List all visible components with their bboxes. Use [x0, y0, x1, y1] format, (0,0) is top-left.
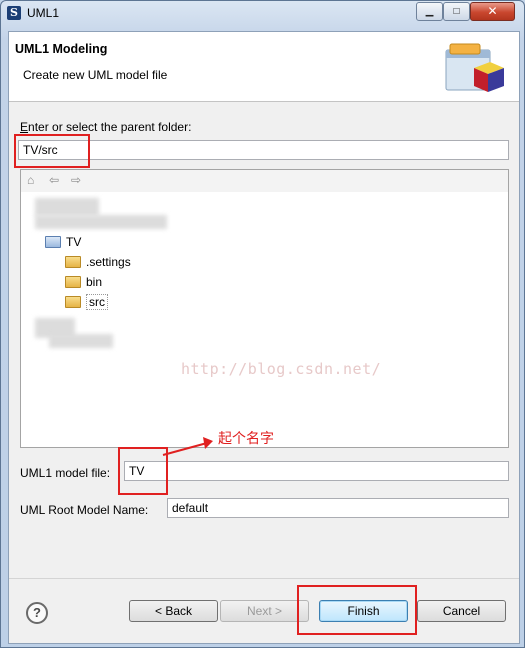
page-description: Create new UML model file: [23, 68, 168, 82]
annotation-note: 起个名字: [218, 430, 274, 446]
annotation-arrow-icon: [162, 437, 213, 456]
help-icon[interactable]: ?: [26, 602, 48, 624]
tree-node-folder[interactable]: bin: [65, 274, 102, 290]
root-model-label: UML Root Model Name:: [20, 503, 149, 517]
model-file-input[interactable]: TV: [124, 461, 509, 481]
uml-banner-icon: [445, 43, 504, 92]
window-title: UML1: [27, 6, 60, 20]
dialog-body: UML1 Modeling Create new UML model file …: [8, 31, 520, 644]
back-button[interactable]: < Back: [129, 600, 218, 622]
back-icon[interactable]: ⇦: [49, 173, 59, 187]
tree-node-project[interactable]: TV: [45, 234, 81, 250]
root-model-input[interactable]: default: [167, 498, 509, 518]
minimize-button[interactable]: ▁: [416, 2, 443, 21]
parent-folder-input[interactable]: TV/src: [18, 140, 509, 160]
page-title: UML1 Modeling: [15, 42, 108, 56]
finish-button[interactable]: Finish: [319, 600, 408, 622]
folder-icon: [65, 275, 81, 288]
tree-node-folder-selected[interactable]: src: [65, 294, 108, 310]
folder-tree[interactable]: ⌂ ⇦ ⇨ TV .settings bin src http://blog.c…: [20, 169, 509, 448]
folder-icon: [65, 295, 81, 308]
maximize-button[interactable]: □: [443, 2, 470, 21]
folder-icon: [65, 255, 81, 268]
divider: [9, 578, 519, 579]
blurred-node: [49, 334, 113, 348]
blurred-node: [35, 198, 99, 216]
title-bar[interactable]: S UML1 ▁ □ ✕: [1, 1, 524, 26]
parent-folder-label: Enter or select the parent folder:: [20, 120, 192, 134]
close-button[interactable]: ✕: [470, 2, 515, 21]
wizard-header: UML1 Modeling Create new UML model file: [9, 32, 519, 102]
blurred-node: [35, 215, 167, 229]
project-folder-icon: [45, 235, 61, 248]
app-logo-icon: S: [7, 6, 21, 20]
tree-toolbar: ⌂ ⇦ ⇨: [21, 170, 508, 192]
watermark-text: http://blog.csdn.net/: [181, 360, 382, 378]
model-file-label: UML1 model file:: [20, 466, 111, 480]
wizard-window: S UML1 ▁ □ ✕ UML1 Modeling Create new UM…: [0, 0, 525, 648]
next-button: Next >: [220, 600, 309, 622]
cancel-button[interactable]: Cancel: [417, 600, 506, 622]
tree-node-folder[interactable]: .settings: [65, 254, 131, 270]
home-icon[interactable]: ⌂: [27, 173, 34, 187]
forward-icon[interactable]: ⇨: [71, 173, 81, 187]
